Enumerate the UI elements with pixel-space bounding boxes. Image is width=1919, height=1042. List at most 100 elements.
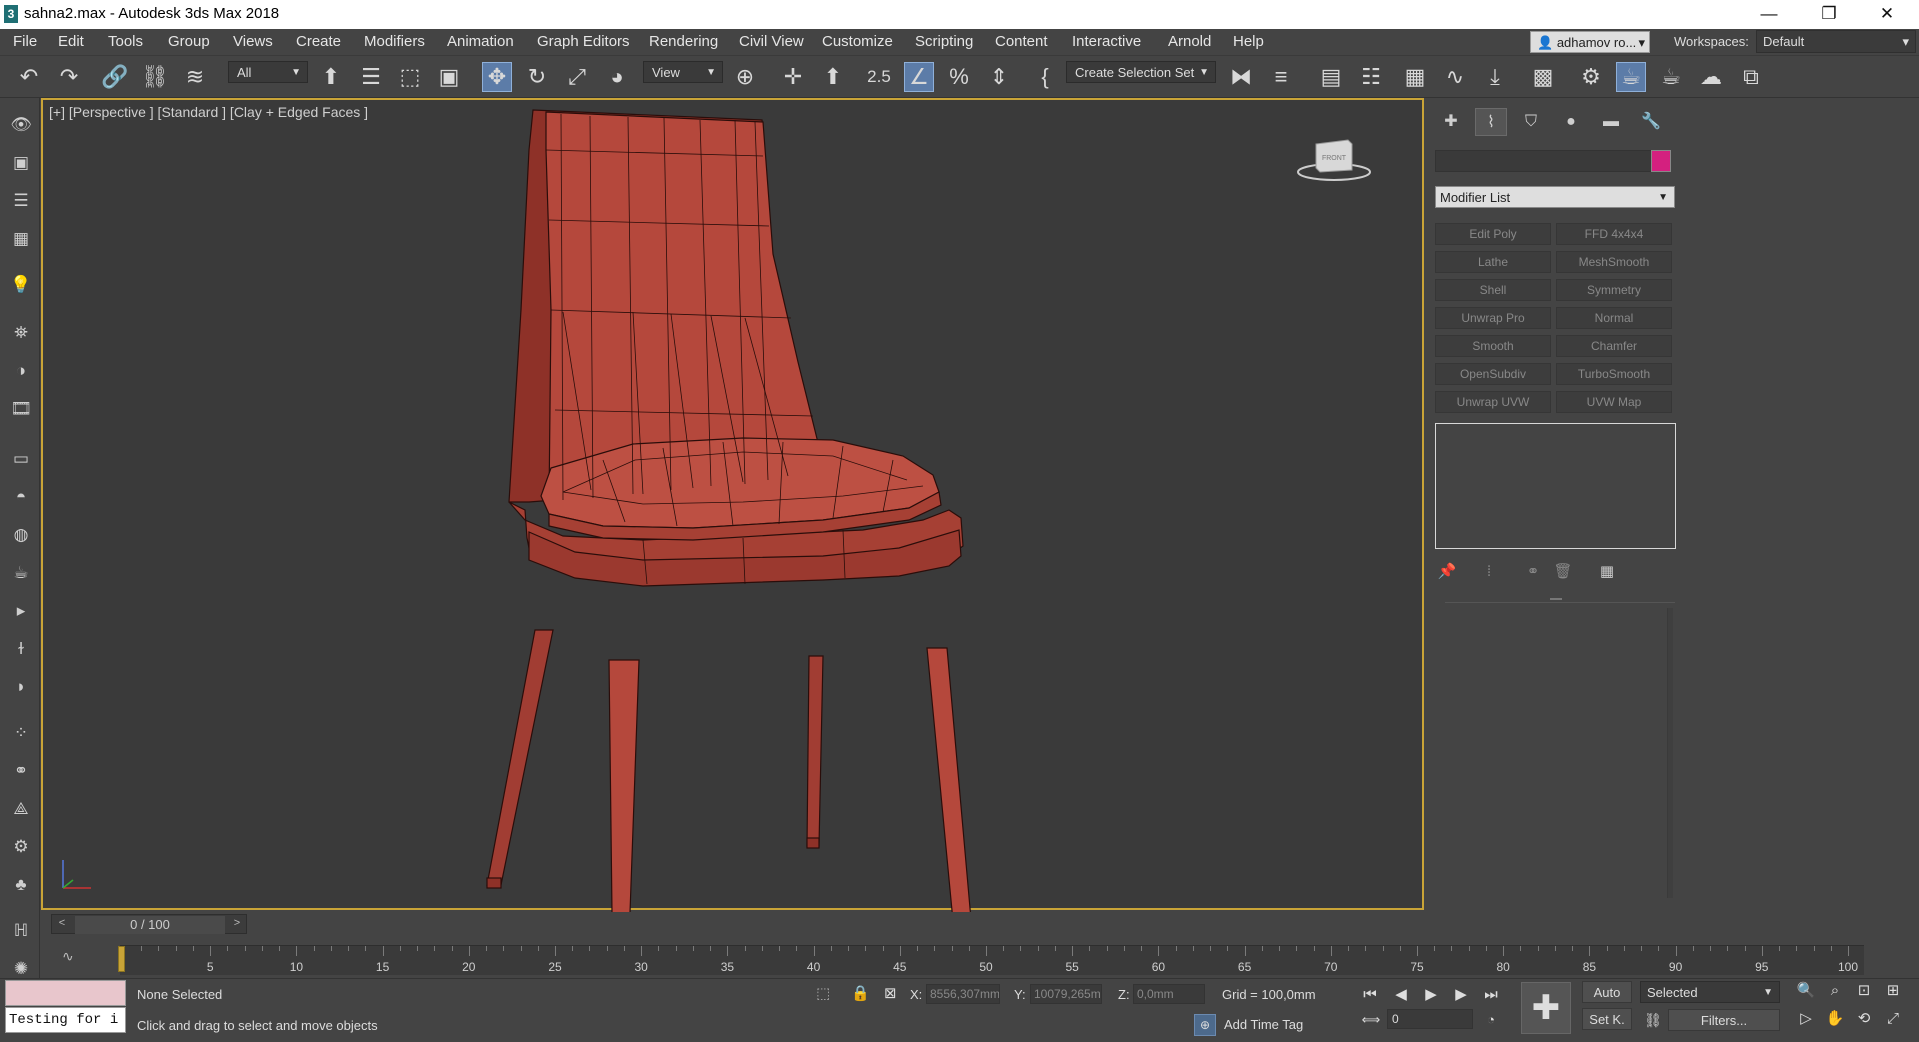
menu-rendering[interactable]: Rendering [649, 33, 718, 50]
rotate-icon[interactable]: ↻ [522, 62, 552, 92]
select-by-name-icon[interactable]: ☰ [356, 62, 386, 92]
play-icon[interactable]: ▶ [1418, 983, 1444, 1007]
particles-icon[interactable]: ⁘ [8, 720, 34, 746]
set-key-button[interactable]: Set K. [1582, 1008, 1632, 1030]
teapot-icon[interactable]: ☕ [8, 560, 34, 586]
previous-frame-icon[interactable]: ◀ [1388, 983, 1414, 1007]
restore-button[interactable]: ❐ [1800, 0, 1858, 29]
menu-create[interactable]: Create [296, 33, 341, 50]
filters-button[interactable]: Filters... [1668, 1009, 1780, 1031]
hair-fur-icon[interactable]: ℍ [8, 918, 34, 944]
viewcube[interactable]: FRONT [1294, 130, 1374, 190]
mirror-icon[interactable]: ⧓ [1226, 62, 1256, 92]
box-icon[interactable]: ▭ [8, 446, 34, 472]
render-production-icon[interactable]: ☕ [1656, 62, 1686, 92]
show-end-result-icon[interactable]: ⦙ [1477, 560, 1501, 584]
menu-civil-view[interactable]: Civil View [739, 33, 804, 50]
minimize-button[interactable]: — [1740, 0, 1798, 29]
menu-content[interactable]: Content [995, 33, 1048, 50]
zoom-extents-all-icon[interactable]: ⊞ [1882, 980, 1904, 1002]
render-in-cloud-icon[interactable]: ☁ [1696, 62, 1726, 92]
snaps-toggle-icon[interactable]: 2.5 [864, 62, 894, 92]
menu-animation[interactable]: Animation [447, 33, 514, 50]
redo-icon[interactable]: ↷ [54, 62, 84, 92]
add-time-tag[interactable]: Add Time Tag [1224, 1017, 1303, 1032]
place-icon[interactable]: ◕ [602, 62, 632, 92]
motion-tab-icon[interactable]: ● [1555, 108, 1587, 136]
create-tab-icon[interactable]: ✚ [1435, 108, 1467, 136]
toggle-ribbon-icon[interactable]: ▦ [1400, 62, 1430, 92]
menu-scripting[interactable]: Scripting [915, 33, 973, 50]
mesh-icon[interactable]: ⟁ [8, 796, 34, 822]
pivot-center-icon[interactable]: ⊕ [730, 62, 760, 92]
orbit-icon[interactable]: ⟲ [1853, 1008, 1875, 1030]
angle-snap-icon[interactable]: ∠ [904, 62, 934, 92]
selection-lock-icon[interactable]: 🔒 [851, 984, 870, 1002]
maxscript-listener-output[interactable] [5, 980, 126, 1006]
named-selection-set-dropdown[interactable]: Create Selection Set ▼ [1066, 61, 1216, 83]
curve-editor-icon[interactable]: ∿ [1440, 62, 1470, 92]
modifier-meshsmooth-button[interactable]: MeshSmooth [1556, 251, 1672, 273]
maxscript-listener-input[interactable]: Testing for i [5, 1007, 126, 1033]
go-to-start-icon[interactable]: ⏮ [1357, 983, 1383, 1007]
layer-explorer-icon[interactable]: ☷ [1356, 62, 1386, 92]
maximize-viewport-icon[interactable]: ⤢ [1882, 1008, 1904, 1030]
workspace-dropdown[interactable]: Default ▾ [1756, 30, 1916, 53]
modifier-opensubdiv-button[interactable]: OpenSubdiv [1435, 363, 1551, 385]
bulb-icon[interactable]: ɫ [8, 636, 34, 662]
modifier-unwrap-uvw-button[interactable]: Unwrap UVW [1435, 391, 1551, 413]
eye-icon[interactable]: 👁 [8, 112, 34, 138]
modifier-stack[interactable] [1435, 423, 1676, 549]
unlink-icon[interactable]: ⛓ [140, 62, 170, 92]
menu-modifiers[interactable]: Modifiers [364, 33, 425, 50]
time-slider-prev-button[interactable]: < [53, 917, 71, 933]
half-circle-icon[interactable]: ◗ [8, 674, 34, 700]
zoom-icon[interactable]: 🔍 [1795, 980, 1817, 1002]
a360-gallery-icon[interactable]: ⧉ [1736, 62, 1766, 92]
mini-curve-editor-icon[interactable]: ∿ [62, 948, 98, 968]
menu-edit[interactable]: Edit [58, 33, 84, 50]
hierarchy-tab-icon[interactable]: ⛉ [1515, 108, 1547, 136]
keyboard-shortcut-override-icon[interactable]: ⬆ [818, 62, 848, 92]
zoom-all-icon[interactable]: ⌕ [1824, 980, 1846, 1002]
modifier-shell-button[interactable]: Shell [1435, 279, 1551, 301]
link-icon[interactable]: 🔗 [100, 62, 130, 92]
isolate-selection-icon[interactable]: ⬚ [816, 984, 830, 1002]
remove-modifier-icon[interactable]: 🗑 [1551, 560, 1575, 584]
utilities-tab-icon[interactable]: 🔧 [1635, 108, 1667, 136]
x-coordinate-field[interactable]: 8556,307mm [926, 984, 1000, 1004]
menu-help[interactable]: Help [1233, 33, 1264, 50]
selection-filter-dropdown[interactable]: All ▼ [228, 61, 308, 83]
panel-scrollbar[interactable] [1667, 608, 1673, 898]
go-to-end-icon[interactable]: ⏭ [1478, 983, 1504, 1007]
current-time-marker[interactable] [118, 946, 125, 972]
list-icon[interactable]: ☰ [8, 188, 34, 214]
track-bar[interactable]: 5 10 15 20 25 30 35 40 45 50 55 60 65 70 75 80 85 90 95 100 [120, 945, 1864, 975]
key-mode-toggle-icon[interactable]: ⟺ [1358, 1008, 1384, 1032]
scale-icon[interactable]: ⤢ [562, 62, 592, 92]
camera-icon[interactable]: ⛯ [8, 320, 34, 346]
key-filter-dropdown[interactable]: Selected ▼ [1640, 981, 1780, 1003]
close-button[interactable]: ✕ [1858, 0, 1916, 29]
menu-views[interactable]: Views [233, 33, 273, 50]
render-setup-icon[interactable]: ⚙ [1576, 62, 1606, 92]
pan-view-icon[interactable]: ✋ [1824, 1008, 1846, 1030]
light-icon[interactable]: 💡 [8, 272, 34, 298]
current-frame-field[interactable]: 0 [1387, 1009, 1473, 1029]
modifier-symmetry-button[interactable]: Symmetry [1556, 279, 1672, 301]
modifier-lathe-button[interactable]: Lathe [1435, 251, 1551, 273]
modifier-ffd-button[interactable]: FFD 4x4x4 [1556, 223, 1672, 245]
modifier-list-dropdown[interactable]: Modifier List ▼ [1435, 186, 1675, 208]
object-name-field[interactable] [1435, 150, 1653, 172]
reference-coordinate-dropdown[interactable]: View ▼ [643, 61, 723, 83]
perspective-viewport[interactable]: [+] [Perspective ] [Standard ] [Clay + E… [41, 98, 1426, 912]
table-icon[interactable]: ▦ [8, 226, 34, 252]
chair-model[interactable] [43, 100, 1426, 912]
make-unique-icon[interactable]: ⚭ [1521, 560, 1545, 584]
menu-customize[interactable]: Customize [822, 33, 893, 50]
align-icon[interactable]: ≡ [1266, 62, 1296, 92]
pin-stack-icon[interactable]: 📌 [1435, 560, 1459, 584]
display-tab-icon[interactable]: ▬ [1595, 108, 1627, 136]
window-crossing-icon[interactable]: ▣ [434, 62, 464, 92]
menu-arnold[interactable]: Arnold [1168, 33, 1211, 50]
